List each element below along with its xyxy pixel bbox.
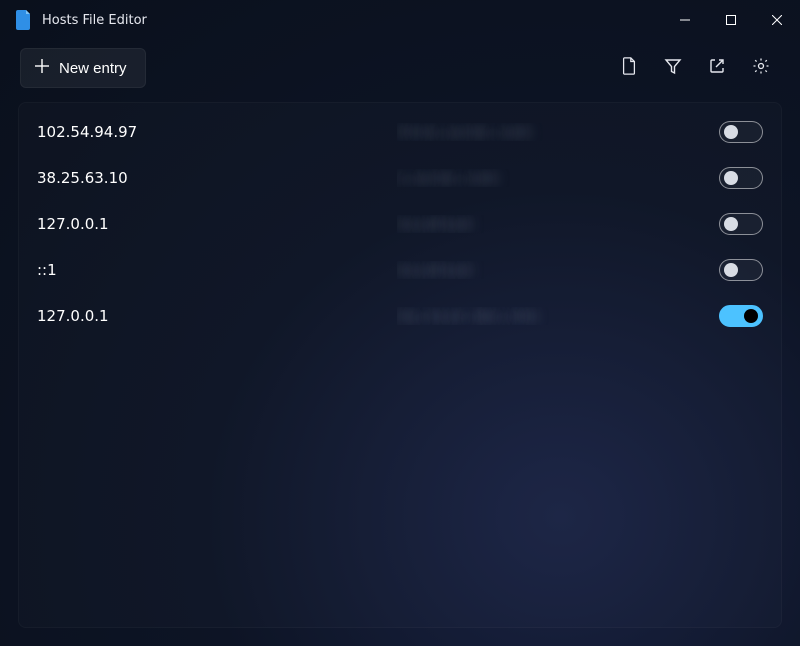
open-external-button[interactable]	[698, 50, 736, 86]
entry-toggle[interactable]	[719, 305, 763, 327]
toggle-knob	[724, 263, 738, 277]
titlebar: Hosts File Editor	[0, 0, 800, 40]
entries-list: 102.54.94.97rhino.acme.com38.25.63.10x.a…	[18, 102, 782, 628]
filter-button[interactable]	[654, 50, 692, 86]
toggle-knob	[724, 217, 738, 231]
entry-ip: 127.0.0.1	[37, 307, 397, 325]
toggle-knob	[724, 125, 738, 139]
new-entry-button[interactable]: New entry	[20, 48, 146, 88]
entry-row[interactable]: 102.54.94.97rhino.acme.com	[19, 109, 781, 155]
toolbar: New entry	[0, 40, 800, 102]
entry-hostname: localhost	[397, 261, 719, 279]
entry-row[interactable]: 127.0.0.1localhost	[19, 201, 781, 247]
gear-icon	[752, 57, 770, 79]
close-button[interactable]	[754, 0, 800, 40]
entry-ip: 102.54.94.97	[37, 123, 397, 141]
entry-hostname: localhost	[397, 215, 719, 233]
external-link-icon	[709, 58, 725, 78]
entry-toggle[interactable]	[719, 167, 763, 189]
entry-toggle[interactable]	[719, 213, 763, 235]
filter-icon	[664, 57, 682, 79]
entry-hostname: x.acme.com	[397, 169, 719, 187]
window-controls	[662, 0, 800, 40]
new-entry-label: New entry	[59, 60, 127, 77]
app-file-icon	[16, 10, 32, 30]
entry-row[interactable]: ::1localhost	[19, 247, 781, 293]
toggle-knob	[744, 309, 758, 323]
minimize-button[interactable]	[662, 0, 708, 40]
titlebar-left: Hosts File Editor	[16, 10, 147, 30]
window-title: Hosts File Editor	[42, 13, 147, 28]
entry-row[interactable]: 38.25.63.10x.acme.com	[19, 155, 781, 201]
open-file-button[interactable]	[610, 50, 648, 86]
entry-ip: 38.25.63.10	[37, 169, 397, 187]
maximize-button[interactable]	[708, 0, 754, 40]
entry-hostname: rhino.acme.com	[397, 123, 719, 141]
entry-ip: ::1	[37, 261, 397, 279]
entry-toggle[interactable]	[719, 121, 763, 143]
settings-button[interactable]	[742, 50, 780, 86]
entry-toggle[interactable]	[719, 259, 763, 281]
entry-hostname: my.local.dev.site	[397, 307, 719, 325]
toolbar-actions	[610, 50, 780, 86]
entry-row[interactable]: 127.0.0.1my.local.dev.site	[19, 293, 781, 339]
toggle-knob	[724, 171, 738, 185]
plus-icon	[35, 59, 49, 77]
window: Hosts File Editor New entry	[0, 0, 800, 646]
file-icon	[621, 57, 637, 79]
entry-ip: 127.0.0.1	[37, 215, 397, 233]
